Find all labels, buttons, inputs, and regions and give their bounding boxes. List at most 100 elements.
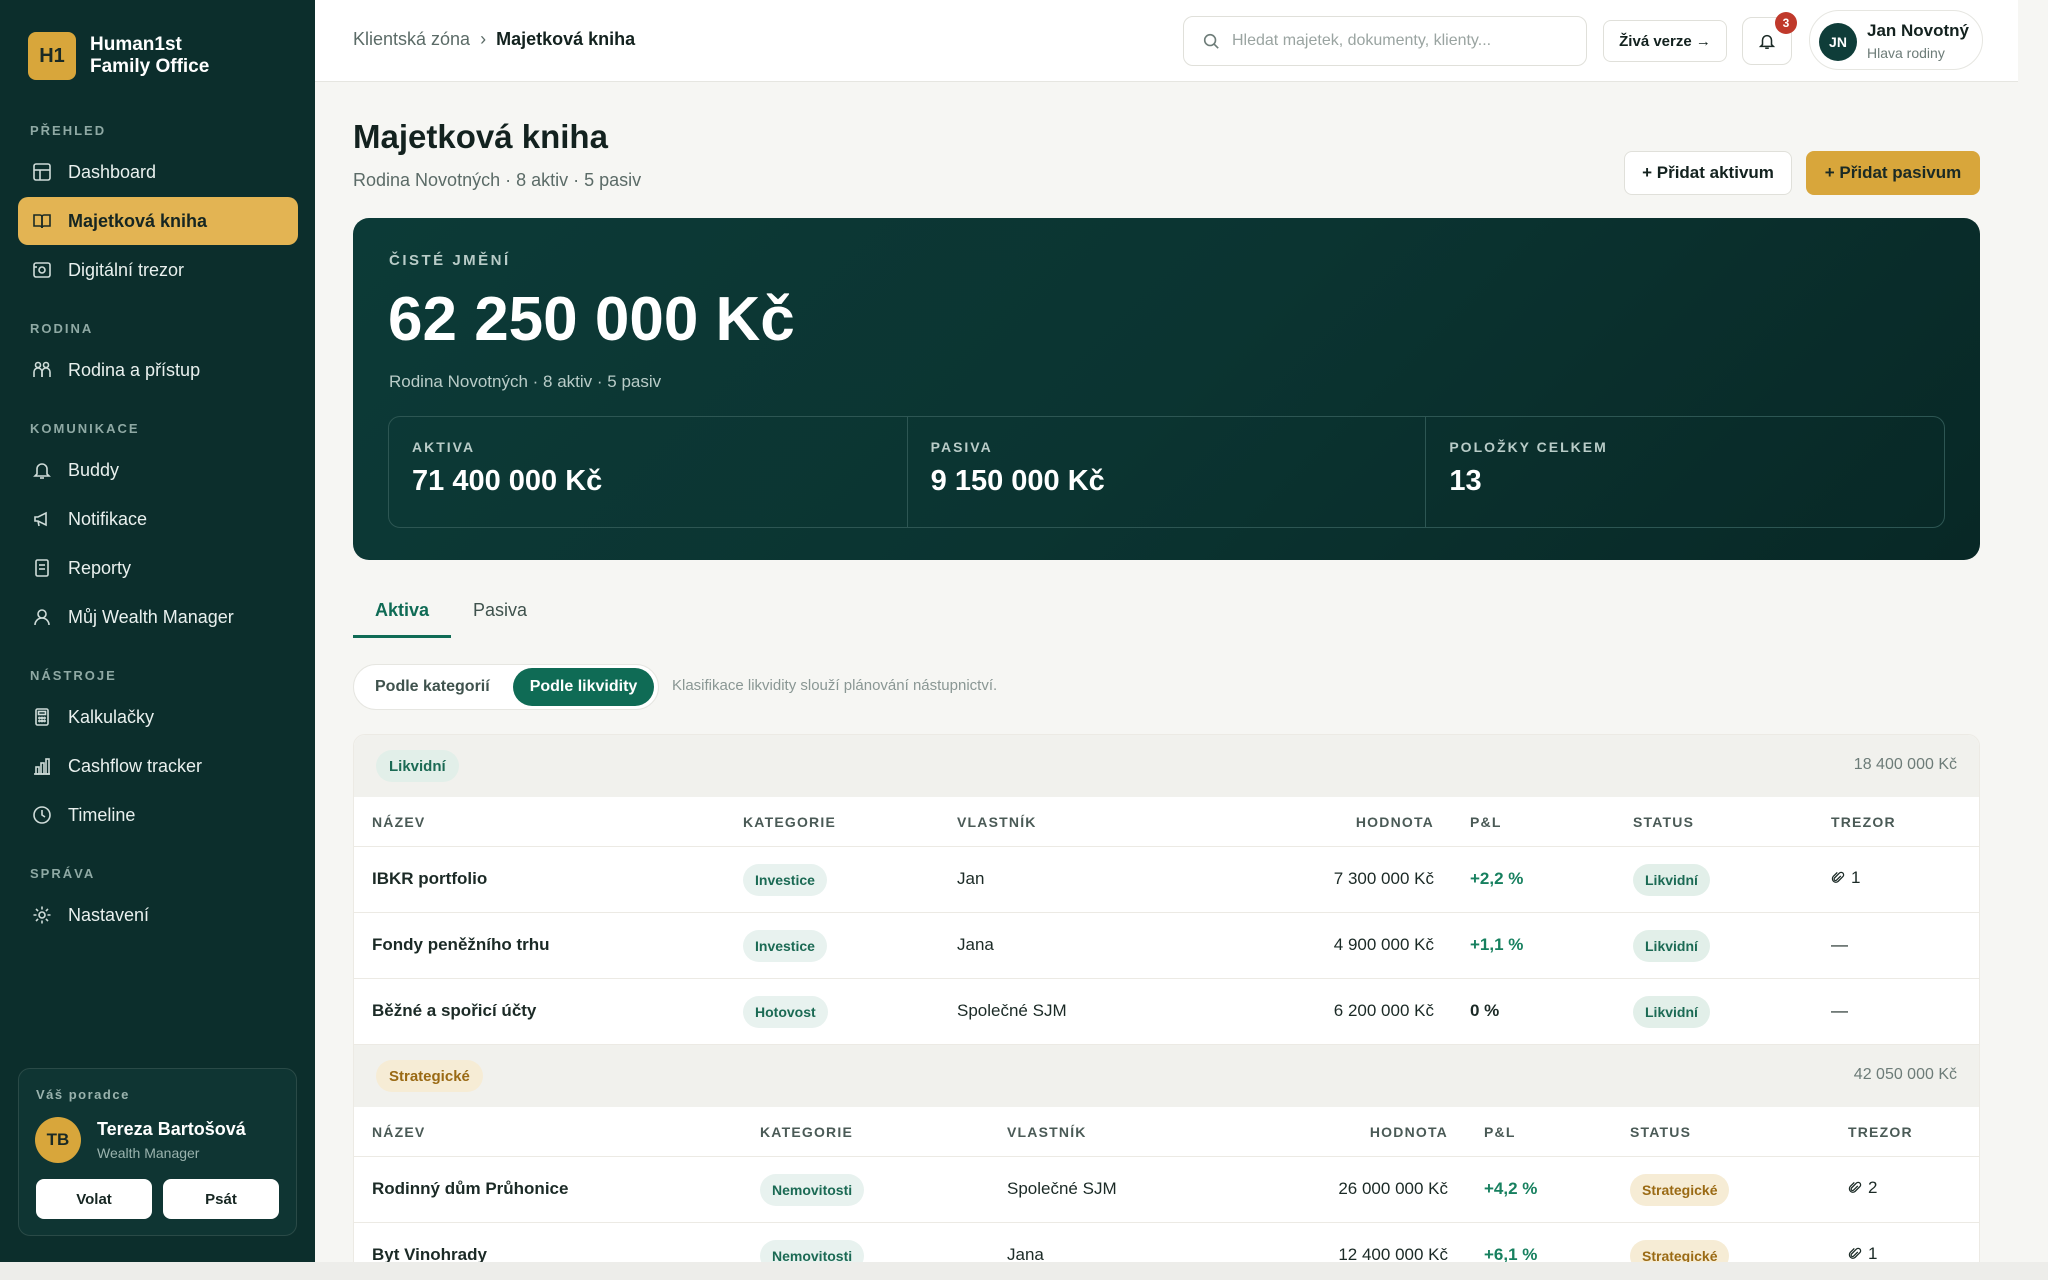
asset-name[interactable]: Běžné a spořicí účty [372,1001,536,1021]
add-liability-button[interactable]: + Přidat pasivum [1806,151,1980,195]
sidebar-item-buddy[interactable]: Buddy [18,446,298,494]
nav-section-prehled: PŘEHLED [30,123,107,138]
status-badge: Likvidní [1633,996,1710,1028]
sidebar-item-wealth-manager[interactable]: Můj Wealth Manager [18,593,298,641]
call-button[interactable]: Volat [36,1179,152,1219]
tab-liabilities[interactable]: Pasiva [451,588,549,638]
brand[interactable]: H1 Human1st Family Office [28,32,209,80]
column-category[interactable]: KATEGORIE [760,1124,853,1140]
column-value[interactable]: HODNOTA [1370,1124,1448,1140]
sidebar-item-dashboard[interactable]: Dashboard [18,148,298,196]
megaphone-icon [34,511,47,527]
group-by-liquidity-button[interactable]: Podle likvidity [512,668,655,706]
table-header: NÁZEV KATEGORIE VLASTNÍK HODNOTA P&L STA… [354,797,1979,847]
pl-value: +4,2 % [1484,1179,1538,1198]
sidebar-item-rodina[interactable]: Rodina a přístup [18,346,298,394]
stat-assets: AKTIVA 71 400 000 Kč [389,417,908,527]
write-button[interactable]: Psát [163,1179,279,1219]
sidebar-item-reporty[interactable]: Reporty [18,544,298,592]
sidebar-item-label: Kalkulačky [68,706,155,727]
sidebar-item-label: Digitální trezor [68,259,185,280]
breadcrumb-current: Majetková kniha [496,29,636,49]
brand-logo: H1 [28,32,76,80]
column-vault[interactable]: TREZOR [1848,1124,1913,1140]
assets-table: Likvidní 18 400 000 Kč NÁZEV KATEGORIE V… [353,734,1980,1280]
group-label: Likvidní [376,750,459,782]
nav-section-komunikace: KOMUNIKACE [30,421,140,436]
column-pl[interactable]: P&L [1484,1124,1516,1140]
column-owner[interactable]: VLASTNÍK [957,814,1037,830]
column-status[interactable]: STATUS [1630,1124,1691,1140]
asset-name[interactable]: IBKR portfolio [372,869,487,889]
sidebar-item-label: Dashboard [68,161,157,182]
user-role: Hlava rodiny [1867,45,1945,61]
owner: Jan [957,869,985,888]
advisor-name: Tereza Bartošová [97,1119,246,1139]
live-version-button[interactable]: Živá verze → [1603,20,1727,62]
asset-name[interactable]: Fondy peněžního trhu [372,935,550,955]
sidebar-item-timeline[interactable]: Timeline [18,791,298,839]
table-header: NÁZEV KATEGORIE VLASTNÍK HODNOTA P&L STA… [354,1107,1979,1157]
nav-section-nastroje: NÁSTROJE [30,668,117,683]
net-worth-value: 62 250 000 Kč [388,285,795,354]
sidebar-item-label: Rodina a přístup [68,359,201,380]
search-box[interactable] [1183,16,1587,66]
status-badge: Likvidní [1633,930,1710,962]
tab-assets[interactable]: Aktiva [353,588,452,638]
sidebar-item-majetkova-kniha[interactable]: Majetková kniha [18,197,298,245]
user-menu[interactable]: JN Jan Novotný Hlava rodiny [1809,10,1983,70]
breadcrumb: Klientská zóna › Majetková kniha [353,29,635,50]
category-badge: Investice [743,864,827,896]
vault-link[interactable]: 1 [1848,1244,1877,1264]
chart-icon [34,758,50,775]
pl-value: 0 % [1470,1001,1500,1020]
stat-value: 71 400 000 Kč [412,465,603,497]
table-row[interactable]: Rodinný dům Průhonice Nemovitosti Společ… [354,1157,1979,1223]
grouping-toggle: Podle kategorií Podle likvidity [353,664,660,710]
vault-link[interactable]: 1 [1831,868,1860,888]
column-pl[interactable]: P&L [1470,814,1502,830]
notifications-button[interactable]: 3 [1742,12,1797,65]
column-owner[interactable]: VLASTNÍK [1007,1124,1087,1140]
sidebar-nav: PŘEHLED Dashboard Majetková kniha Digitá… [18,120,298,940]
table-row[interactable]: Běžné a spořicí účty Hotovost Společné S… [354,979,1979,1045]
net-worth-card: ČISTÉ JMĚNÍ 62 250 000 Kč Rodina Novotný… [353,218,1980,560]
vault-count: 1 [1868,1244,1878,1263]
sidebar-item-cashflow[interactable]: Cashflow tracker [18,742,298,790]
asset-name[interactable]: Rodinný dům Průhonice [372,1179,568,1199]
column-name[interactable]: NÁZEV [372,814,425,830]
column-vault[interactable]: TREZOR [1831,814,1896,830]
sidebar-item-digitalni-trezor[interactable]: Digitální trezor [18,246,298,294]
column-status[interactable]: STATUS [1633,814,1694,830]
stat-value: 9 150 000 Kč [930,465,1105,497]
vault-link[interactable]: 2 [1848,1178,1877,1198]
sidebar-item-label: Buddy [68,459,120,480]
asset-value: 26 000 000 Kč [1338,1179,1448,1198]
brand-name-line2: Family Office [90,56,210,77]
group-by-category-button[interactable]: Podle kategorií [358,668,507,706]
sidebar-item-nastaveni[interactable]: Nastavení [18,891,298,939]
status-badge: Strategické [1630,1174,1730,1206]
column-category[interactable]: KATEGORIE [743,814,836,830]
table-row[interactable]: Fondy peněžního trhu Investice Jana 4 90… [354,913,1979,979]
sidebar-item-label: Timeline [68,804,136,825]
add-asset-button[interactable]: + Přidat aktivum [1624,151,1792,195]
column-name[interactable]: NÁZEV [372,1124,425,1140]
column-value[interactable]: HODNOTA [1356,814,1434,830]
sidebar-item-kalkulacky[interactable]: Kalkulačky [18,693,298,741]
vault-empty: — [1831,1001,1848,1020]
owner: Společné SJM [957,1001,1067,1020]
sidebar-item-notifikace[interactable]: Notifikace [18,495,298,543]
breadcrumb-root[interactable]: Klientská zóna [353,29,470,50]
advisor-avatar: TB [35,1117,81,1163]
stat-liabilities: PASIVA 9 150 000 Kč [908,417,1427,527]
search-input[interactable] [1232,32,1552,50]
sidebar-item-label: Můj Wealth Manager [68,606,234,627]
stat-label: PASIVA [930,439,993,455]
sidebar-item-label: Reporty [68,557,132,578]
pl-value: +2,2 % [1470,869,1524,888]
group-label: Strategické [376,1060,483,1092]
table-row[interactable]: IBKR portfolio Investice Jan 7 300 000 K… [354,847,1979,913]
nav-section-rodina: RODINA [30,321,94,336]
pl-value: +1,1 % [1470,935,1524,954]
